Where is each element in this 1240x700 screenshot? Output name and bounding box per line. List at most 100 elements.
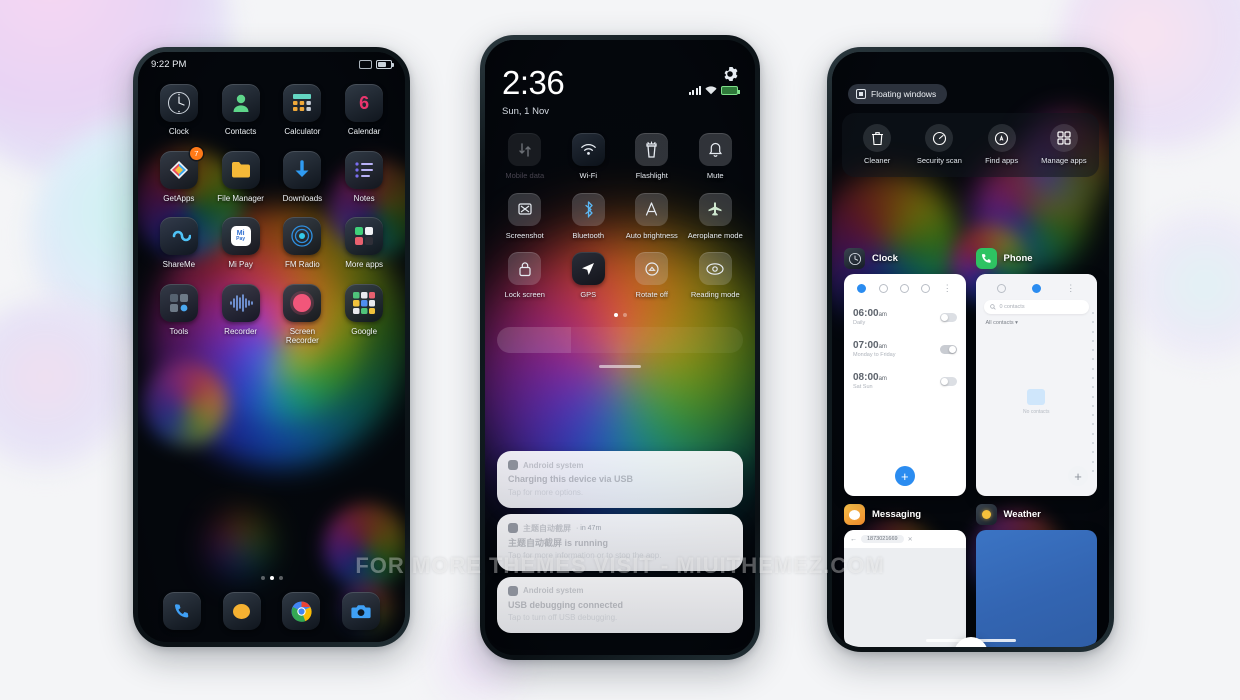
weather-card-body [975,530,1097,647]
recent-card-phone[interactable]: Phone ⋮ 0 contacts All contacts ▾ No con… [975,248,1098,496]
toggle-aeroplane-mode[interactable]: Aeroplane mode [684,192,748,241]
wifi-icon [705,86,717,95]
app-label: GetApps [163,193,195,203]
calendar-icon: 6 [345,84,384,122]
alarm-toggle[interactable] [939,376,957,386]
tab-contacts[interactable] [1031,284,1041,293]
alarm-meridiem: am [878,376,887,382]
toggle-mute[interactable]: Mute [684,133,748,181]
app-getapps[interactable]: 7 GetApps [148,146,210,204]
cc-time: 2:36 [502,64,565,101]
messaging-card-body: ← 1873021669 ✕ [844,530,966,647]
card-title: Weather [1003,509,1041,520]
mi-pay-icon: Mi Pay [221,217,260,256]
toggle-label: GPS [580,290,597,300]
alarm-row[interactable]: 06:00am Daily [844,301,966,333]
alarm-toggle[interactable] [939,344,957,354]
tab-stopwatch[interactable] [899,284,909,293]
app-file-manager[interactable]: File Manager [210,150,272,204]
toggle-bluetooth[interactable]: Bluetooth [557,192,621,241]
signal-icon [689,86,701,95]
brightness-slider[interactable] [497,326,743,353]
page-dot[interactable] [278,576,283,580]
toggle-label: Bluetooth [572,230,605,240]
overflow-menu-icon[interactable]: ⋮ [1066,283,1075,294]
toggle-lock-screen[interactable]: Lock screen [493,252,557,300]
floating-windows-button[interactable]: Floating windows [848,84,948,104]
alarm-row[interactable]: 08:00am Sat Sun [844,365,966,397]
auto-brightness-icon [635,192,669,226]
gear-icon[interactable] [722,66,738,82]
toggle-mobile-data[interactable]: Mobile data [493,133,557,181]
toggle-rotate-off[interactable]: Rotate off [620,252,684,300]
action-manage-apps[interactable]: Manage apps [1033,124,1095,166]
add-contact-button[interactable]: + [1068,466,1088,486]
tools-icon [159,283,198,322]
page-dot-active[interactable] [613,312,618,317]
add-alarm-button[interactable]: + [894,466,915,486]
app-fm-radio[interactable]: FM Radio [272,217,334,270]
alarm-row[interactable]: 07:00am Monday to Friday [844,333,966,365]
recent-card-messaging[interactable]: Messaging ← 1873021669 ✕ [844,504,966,647]
remove-recipient-icon[interactable]: ✕ [908,536,913,543]
app-more-apps[interactable]: More apps [333,217,395,270]
tab-alarm[interactable] [857,284,867,293]
tab-timer[interactable] [921,284,931,293]
back-icon[interactable]: ← [850,536,857,543]
bg-blob [1130,210,1240,360]
dock-camera-icon[interactable] [342,592,381,630]
app-label: Screen Recorder [285,326,319,346]
app-recorder[interactable]: Recorder [210,283,272,346]
app-label: Downloads [282,193,323,203]
app-notes[interactable]: Notes [333,150,395,204]
bluetooth-icon [571,192,605,226]
contacts-filter[interactable]: All contacts ▾ [976,314,1098,332]
cc-date: Sun, 1 Nov [502,106,549,117]
toggle-flashlight[interactable]: Flashlight [620,133,684,181]
dock-messaging-icon[interactable] [222,592,261,630]
overflow-menu-icon[interactable]: ⋮ [943,283,953,294]
toggle-screenshot[interactable]: Screenshot [493,192,557,241]
dock-phone-icon[interactable] [162,592,201,630]
battery-charging-icon [721,86,740,95]
toggle-auto-brightness[interactable]: Auto brightness [620,192,684,241]
recent-card-clock[interactable]: Clock ⋮ 06:00am Daily 07:00am Monday to … [844,248,966,496]
app-calendar[interactable]: 6 Calendar [333,84,395,137]
page-dot-active[interactable] [269,576,274,580]
notification-badge: 7 [189,146,203,160]
page-dot[interactable] [260,576,265,580]
app-google-folder[interactable]: Google [333,283,395,346]
page-dot[interactable] [622,312,627,317]
app-tools[interactable]: Tools [148,283,210,346]
toggle-wifi[interactable]: Wi-Fi [557,133,621,181]
notification-item[interactable]: 主题自动截屏 · in 47m 主题自动截屏 is running Tap fo… [497,513,743,571]
app-clock[interactable]: Clock [148,84,210,137]
recent-card-weather[interactable]: Weather [975,504,1097,647]
toggle-label: Mute [706,171,724,180]
app-label: Notes [353,193,375,203]
dock-chrome-icon[interactable] [282,592,321,630]
action-security-scan[interactable]: Security scan [908,124,970,166]
alarm-toggle[interactable] [939,312,957,322]
file-manager-icon [221,150,260,189]
app-shareme[interactable]: ShareMe [148,217,210,270]
app-downloads[interactable]: Downloads [272,150,334,204]
contacts-search-input[interactable]: 0 contacts [983,300,1089,314]
alarm-meridiem: am [878,312,887,318]
notification-app: Android system [523,586,584,596]
app-contacts[interactable]: Contacts [210,84,272,137]
weather-icon [975,504,997,525]
app-calculator[interactable]: Calculator [272,84,334,137]
action-cleaner[interactable]: Cleaner [846,124,908,166]
action-find-apps[interactable]: Find apps [971,124,1033,166]
tab-clock[interactable] [878,284,888,293]
app-mi-pay[interactable]: Mi Pay Mi Pay [210,217,272,270]
notification-item[interactable]: Android system USB debugging connected T… [497,576,743,633]
tab-dialpad[interactable] [997,284,1007,293]
toggle-reading-mode[interactable]: Reading mode [684,252,748,300]
notification-item[interactable]: Android system Charging this device via … [497,451,743,508]
action-label: Find apps [985,156,1019,165]
toggle-gps[interactable]: GPS [557,252,621,300]
drag-handle[interactable] [599,364,641,369]
app-screen-recorder[interactable]: Screen Recorder [272,283,334,346]
